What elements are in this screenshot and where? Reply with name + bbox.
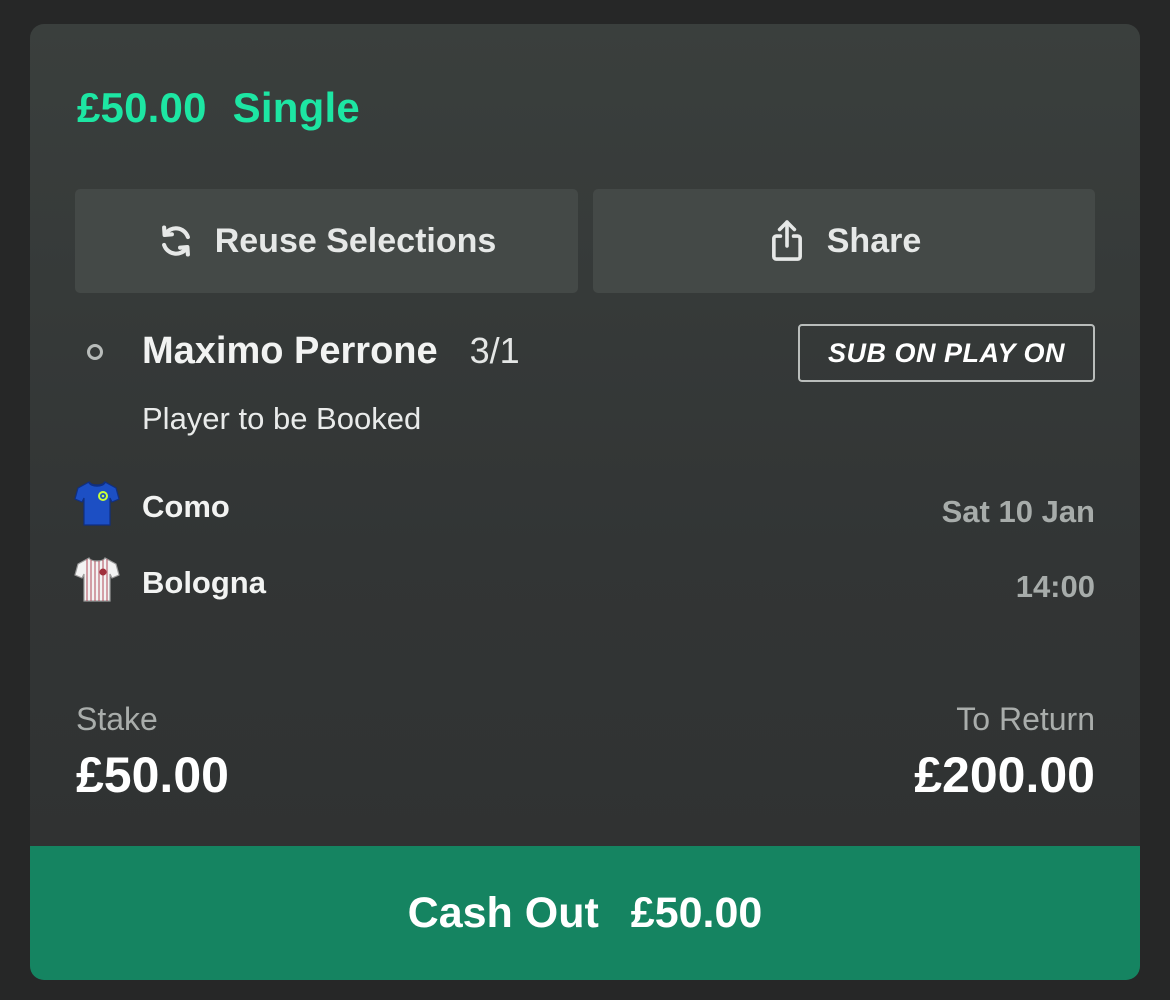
event-date: Sat 10 Jan <box>941 494 1095 529</box>
home-team: Como <box>74 479 230 535</box>
home-team-name: Como <box>142 489 230 524</box>
shirt-icon <box>74 479 120 535</box>
refresh-icon <box>157 222 195 260</box>
bet-header: £50.00 Single <box>77 84 360 132</box>
cash-out-button[interactable]: Cash Out £50.00 <box>30 846 1140 980</box>
share-button[interactable]: Share <box>593 189 1095 293</box>
shirt-icon <box>74 555 120 611</box>
selection-row: Maximo Perrone 3/1 <box>142 330 520 373</box>
share-icon <box>767 218 807 264</box>
reuse-selections-button[interactable]: Reuse Selections <box>75 189 578 293</box>
cash-out-label: Cash Out <box>407 888 599 937</box>
sub-on-play-on-badge: SUB ON PLAY ON <box>798 324 1095 382</box>
away-team-name: Bologna <box>142 565 266 600</box>
stake-value: £50.00 <box>76 747 229 803</box>
selection-market: Player to be Booked <box>142 401 422 436</box>
stake-label: Stake <box>76 701 158 737</box>
share-label: Share <box>826 221 922 260</box>
cash-out-amount: £50.00 <box>630 888 763 937</box>
selection-name: Maximo Perrone <box>142 330 438 372</box>
bet-stake-amount: £50.00 <box>77 84 207 131</box>
bet-card: £50.00 Single Reuse Selections Share Max… <box>30 24 1140 980</box>
bet-type: Single <box>232 84 360 131</box>
away-team: Bologna <box>74 555 266 611</box>
to-return-value: £200.00 <box>914 747 1095 803</box>
selection-status-indicator <box>87 344 103 360</box>
selection-odds: 3/1 <box>469 330 520 371</box>
reuse-selections-label: Reuse Selections <box>214 221 497 260</box>
to-return-label: To Return <box>956 701 1095 737</box>
event-time: 14:00 <box>1015 569 1095 604</box>
